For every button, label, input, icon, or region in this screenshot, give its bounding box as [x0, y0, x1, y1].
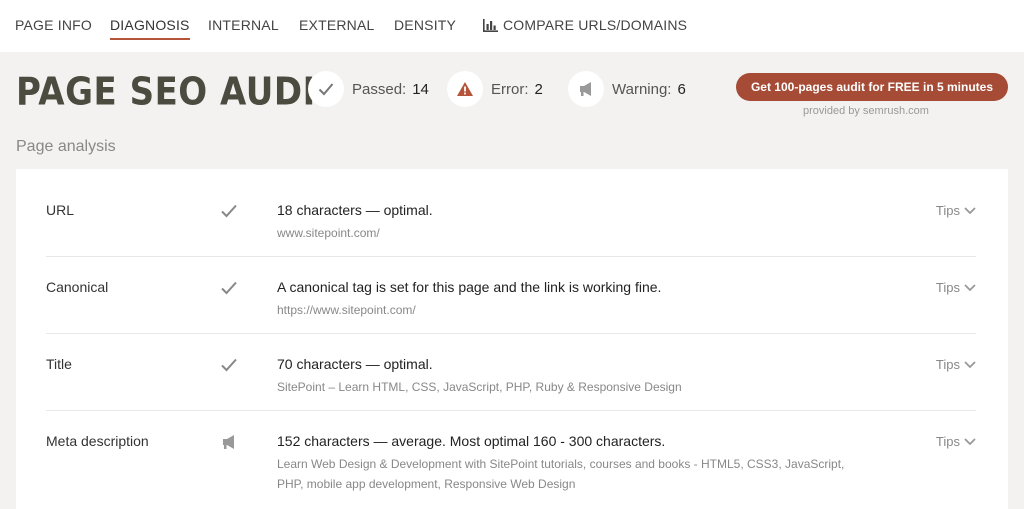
row-divider: [46, 333, 976, 334]
analysis-card: URL 18 characters — optimal. www.sitepoi…: [16, 169, 1008, 509]
tips-toggle[interactable]: Tips: [936, 357, 976, 372]
bar-chart-icon: [483, 19, 498, 35]
passed-stat: Passed: 14: [308, 70, 429, 108]
check-icon: [220, 280, 240, 298]
check-icon: [220, 357, 240, 375]
provided-by-text: provided by semrush.com: [803, 105, 929, 117]
row-detail: Learn Web Design & Development with Site…: [277, 457, 845, 491]
passed-label: Passed:: [352, 80, 407, 98]
row-message: A canonical tag is set for this page and…: [277, 279, 662, 295]
megaphone-icon: [568, 71, 604, 107]
tips-label: Tips: [935, 280, 960, 295]
warning-triangle-icon: [447, 71, 483, 107]
passed-count: 14: [412, 80, 429, 98]
chevron-down-icon: [964, 206, 976, 214]
row-message: 152 characters — average. Most optimal 1…: [277, 433, 666, 449]
error-count: 2: [534, 80, 543, 98]
chevron-down-icon: [964, 283, 976, 291]
chevron-down-icon: [964, 360, 976, 368]
tab-external[interactable]: EXTERNAL: [299, 17, 375, 33]
tips-toggle[interactable]: Tips: [936, 280, 976, 295]
row-label: Canonical: [46, 279, 109, 295]
error-stat: Error: 2: [447, 70, 543, 108]
tab-compare-label: COMPARE URLS/DOMAINS: [503, 17, 688, 33]
tips-label: Tips: [935, 203, 960, 218]
row-message: 18 characters — optimal.: [277, 202, 433, 218]
tab-internal[interactable]: INTERNAL: [208, 17, 279, 33]
tab-page-info[interactable]: PAGE INFO: [15, 17, 92, 33]
row-label: URL: [46, 202, 75, 218]
tips-label: Tips: [935, 357, 960, 372]
row-label: Title: [46, 356, 72, 372]
row-detail: www.sitepoint.com/: [277, 226, 380, 240]
page-title: PAGE SEO AUDIT: [16, 70, 340, 115]
tips-label: Tips: [935, 434, 960, 449]
free-audit-button[interactable]: Get 100-pages audit for FREE in 5 minute…: [736, 73, 1008, 101]
check-icon: [220, 203, 240, 221]
chevron-down-icon: [964, 437, 976, 445]
megaphone-icon: [220, 434, 240, 452]
section-heading: Page analysis: [16, 138, 116, 155]
top-nav: PAGE INFO DIAGNOSIS INTERNAL EXTERNAL DE…: [0, 0, 1024, 52]
row-message: 70 characters — optimal.: [277, 356, 433, 372]
tab-compare-urls-domains[interactable]: COMPARE URLS/DOMAINS: [483, 17, 687, 35]
row-detail: https://www.sitepoint.com/: [277, 303, 416, 317]
row-label: Meta description: [46, 433, 149, 449]
warning-stat: Warning: 6: [568, 70, 686, 108]
tab-density[interactable]: DENSITY: [394, 17, 456, 33]
check-icon: [308, 71, 344, 107]
row-divider: [46, 410, 976, 411]
warning-count: 6: [677, 80, 686, 98]
tips-toggle[interactable]: Tips: [936, 203, 976, 218]
row-divider: [46, 256, 976, 257]
row-detail: SitePoint – Learn HTML, CSS, JavaScript,…: [277, 380, 682, 394]
error-label: Error:: [491, 80, 529, 98]
tab-diagnosis[interactable]: DIAGNOSIS: [110, 17, 190, 40]
warning-label: Warning:: [612, 80, 672, 98]
tips-toggle[interactable]: Tips: [936, 434, 976, 449]
